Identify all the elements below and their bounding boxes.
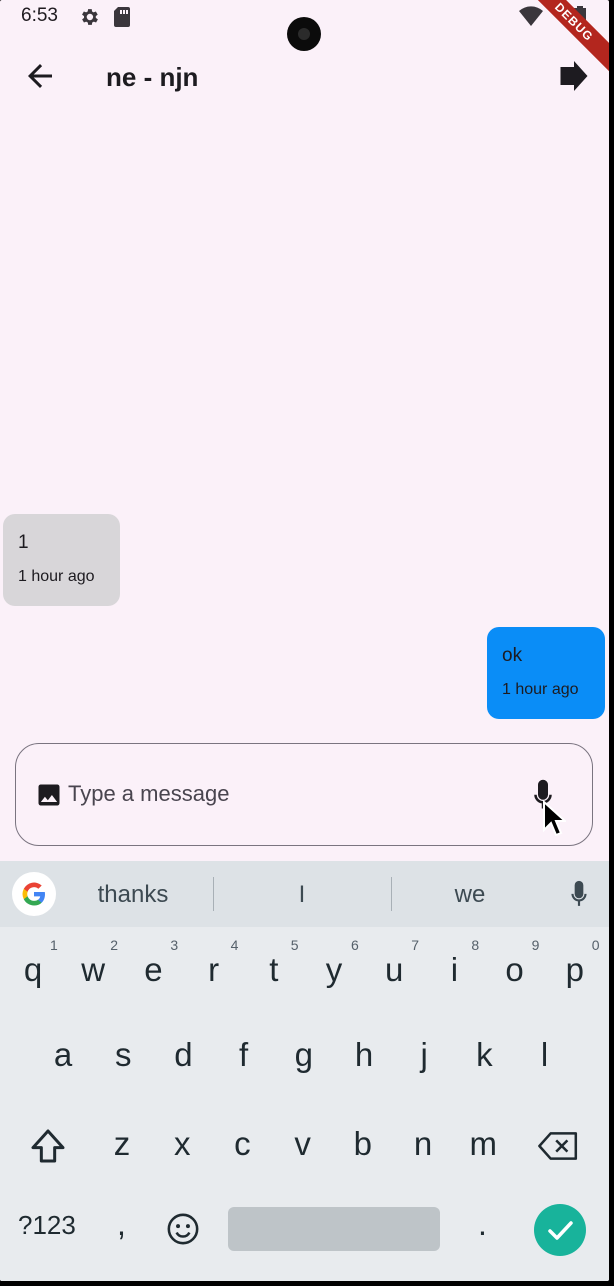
shift-key-icon[interactable] — [28, 1126, 68, 1166]
keyboard-mic-icon[interactable] — [566, 879, 592, 911]
mouse-pointer-icon — [543, 800, 566, 837]
message-text: 1 — [18, 532, 29, 553]
status-time: 6:53 — [21, 5, 58, 26]
key-h[interactable]: h — [339, 1024, 389, 1086]
key-n[interactable]: n — [398, 1113, 448, 1175]
suggestion-divider — [391, 877, 392, 911]
key-g[interactable]: g — [279, 1024, 329, 1086]
back-arrow-icon[interactable] — [22, 58, 58, 94]
key-hint: 7 — [411, 937, 419, 953]
status-bar: 6:53 DEBUG — [0, 0, 609, 76]
symbols-key[interactable]: ?123 — [18, 1210, 76, 1241]
suggestion-divider — [213, 877, 214, 911]
message-bubble-incoming[interactable]: 1 1 hour ago — [3, 514, 120, 606]
sd-card-icon — [114, 7, 130, 27]
key-hint: 2 — [110, 937, 118, 953]
key-d[interactable]: d — [158, 1024, 208, 1086]
wifi-icon — [519, 6, 543, 26]
key-f[interactable]: f — [219, 1024, 269, 1086]
key-j[interactable]: j — [399, 1024, 449, 1086]
comma-key[interactable]: , — [117, 1206, 126, 1243]
backspace-key-icon[interactable] — [538, 1128, 580, 1164]
message-text: ok — [502, 645, 523, 666]
suggestion-2[interactable]: I — [242, 881, 362, 909]
key-z[interactable]: z — [97, 1113, 147, 1175]
period-key[interactable]: . — [478, 1206, 487, 1243]
message-composer — [15, 743, 593, 846]
key-k[interactable]: k — [459, 1024, 509, 1086]
key-l[interactable]: l — [520, 1024, 570, 1086]
message-input[interactable] — [68, 776, 498, 812]
key-hint: 5 — [290, 937, 299, 953]
emoji-icon[interactable] — [166, 1212, 200, 1246]
chat-title: ne - njn — [106, 62, 199, 92]
forward-arrow-icon[interactable] — [556, 58, 592, 94]
key-hint: 0 — [591, 937, 600, 953]
key-hint: 3 — [170, 937, 179, 953]
key-b[interactable]: b — [338, 1113, 388, 1175]
message-timestamp: 1 hour ago — [502, 681, 579, 698]
check-icon — [548, 1221, 573, 1240]
key-hint: 4 — [230, 937, 239, 953]
key-s[interactable]: s — [98, 1024, 148, 1086]
suggestion-3[interactable]: we — [410, 881, 530, 909]
space-bar[interactable] — [228, 1207, 440, 1251]
settings-gear-icon — [82, 9, 98, 25]
google-logo-icon[interactable] — [12, 872, 56, 916]
key-m[interactable]: m — [458, 1113, 508, 1175]
message-timestamp: 1 hour ago — [18, 568, 95, 585]
screen: 6:53 DEBUG ne - njn 1 1 hour ago ok 1 ho… — [0, 0, 609, 1281]
suggestion-1[interactable]: thanks — [73, 881, 193, 909]
suggestion-bar: thanks I we — [0, 861, 609, 927]
key-hint: 9 — [531, 937, 540, 953]
key-a[interactable]: a — [38, 1024, 88, 1086]
app-bar: ne - njn — [0, 44, 609, 108]
image-icon[interactable] — [35, 781, 63, 809]
message-bubble-outgoing[interactable]: ok 1 hour ago — [487, 627, 605, 719]
key-hint: 6 — [351, 937, 359, 953]
key-v[interactable]: v — [278, 1113, 328, 1175]
key-hint: 1 — [50, 937, 58, 953]
enter-key[interactable] — [534, 1204, 586, 1256]
key-c[interactable]: c — [217, 1113, 267, 1175]
key-hint: 8 — [471, 937, 480, 953]
key-x[interactable]: x — [157, 1113, 207, 1175]
